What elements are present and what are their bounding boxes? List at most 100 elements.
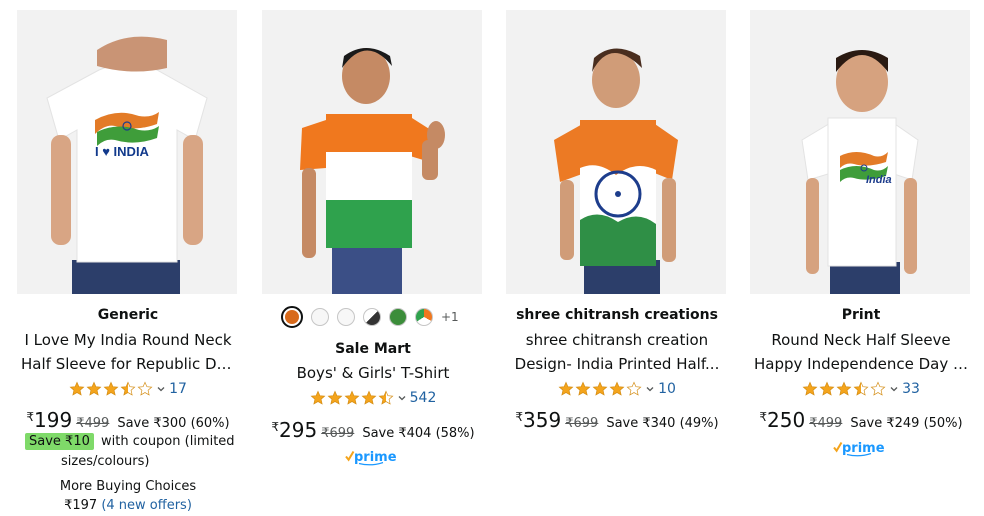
brand-name: Print: [841, 307, 881, 323]
rating-count-link[interactable]: 10: [658, 381, 676, 397]
star-icon: [558, 381, 574, 397]
star-icon: [69, 381, 85, 397]
swatch-orange[interactable]: [281, 306, 303, 328]
star-rating: [802, 381, 886, 397]
star-icon: [327, 390, 343, 406]
star-empty-icon: [137, 381, 153, 397]
brand-name: Generic: [97, 307, 159, 323]
currency-symbol: ₹: [26, 410, 35, 424]
product-image[interactable]: I ♥ INDIA: [17, 10, 237, 294]
star-icon: [592, 381, 608, 397]
chevron-down-icon[interactable]: [397, 393, 407, 403]
savings-text: Save ₹249 (50%): [850, 416, 963, 431]
star-empty-icon: [870, 381, 886, 397]
title-line: Boys' & Girls' T-Shirt: [296, 364, 450, 382]
shirt-print-text: India: [866, 174, 892, 186]
price-block[interactable]: ₹ 295 ₹699 Save ₹404 (58%): [262, 418, 484, 442]
coupon-text: with coupon (limited: [101, 434, 235, 449]
chevron-down-icon[interactable]: [156, 384, 166, 394]
star-rating: [310, 390, 394, 406]
list-price: ₹699: [565, 416, 599, 431]
product-image[interactable]: [506, 10, 726, 294]
prime-badge: prime: [262, 448, 484, 466]
product-title-link[interactable]: shree chitransh creation Design- India P…: [510, 328, 724, 376]
color-swatches: +1: [281, 306, 459, 328]
title-line: Half Sleeve for Republic Day,...: [21, 355, 235, 373]
swatch-pattern[interactable]: [363, 308, 381, 326]
price-block[interactable]: ₹ 250 ₹499 Save ₹249 (50%): [750, 408, 972, 432]
offer-price: ₹197: [64, 498, 98, 513]
chevron-down-icon[interactable]: [645, 384, 655, 394]
prime-badge: prime: [750, 439, 972, 457]
product-card[interactable]: shree chitransh creations shree chitrans…: [506, 0, 728, 516]
more-swatches[interactable]: +1: [441, 310, 459, 324]
rating-count-link[interactable]: 542: [410, 390, 437, 406]
prime-logo-icon: [345, 448, 401, 466]
rating-widget[interactable]: 542: [262, 389, 484, 407]
product-title-link[interactable]: I Love My India Round Neck Half Sleeve f…: [21, 328, 235, 376]
price-whole: 359: [523, 408, 562, 432]
currency-symbol: ₹: [271, 420, 280, 434]
star-rating: [69, 381, 153, 397]
offers-row: ₹197 (4 new offers): [17, 498, 239, 513]
star-icon: [819, 381, 835, 397]
title-line: shree chitransh creation: [525, 331, 709, 349]
currency-symbol: ₹: [515, 410, 524, 424]
coupon-badge: Save ₹10: [25, 433, 94, 450]
rating-widget[interactable]: 33: [750, 380, 972, 398]
title-line: Design- India Printed Half...: [514, 355, 720, 373]
star-icon: [86, 381, 102, 397]
price-block[interactable]: ₹ 359 ₹699 Save ₹340 (49%): [506, 408, 728, 432]
swatch-tricolor[interactable]: [415, 308, 433, 326]
title-line: Happy Independence Day an...: [754, 355, 968, 373]
star-icon: [361, 390, 377, 406]
swatch-white[interactable]: [311, 308, 329, 326]
product-title-link[interactable]: Round Neck Half Sleeve Happy Independenc…: [754, 328, 968, 376]
rating-count-link[interactable]: 17: [169, 381, 187, 397]
price-whole: 199: [34, 408, 73, 432]
star-icon: [310, 390, 326, 406]
rating-count-link[interactable]: 33: [902, 381, 920, 397]
coupon-info: Save ₹10 with coupon (limited sizes/colo…: [25, 432, 239, 472]
star-empty-icon: [626, 381, 642, 397]
star-icon: [575, 381, 591, 397]
price-block[interactable]: ₹ 199 ₹499 Save ₹300 (60%): [17, 408, 239, 432]
star-icon: [609, 381, 625, 397]
list-price: ₹499: [809, 416, 843, 431]
product-card[interactable]: +1 Sale Mart Boys' & Girls' T-Shirt 542 …: [262, 0, 484, 516]
prime-logo-icon: [833, 439, 889, 457]
shirt-print-text: I ♥ INDIA: [95, 144, 149, 159]
star-icon: [103, 381, 119, 397]
product-image[interactable]: [262, 10, 482, 294]
star-rating: [558, 381, 642, 397]
brand-name: Sale Mart: [335, 341, 411, 357]
savings-text: Save ₹340 (49%): [606, 416, 719, 431]
product-card[interactable]: India Print Round Neck Half Sleeve Happy…: [750, 0, 972, 516]
coupon-text-2: sizes/colours): [61, 454, 150, 469]
product-title-link[interactable]: Boys' & Girls' T-Shirt: [266, 361, 480, 385]
brand-name: shree chitransh creations: [516, 307, 718, 323]
title-line: Round Neck Half Sleeve: [771, 331, 951, 349]
new-offers-link[interactable]: (4 new offers): [101, 498, 192, 513]
star-icon: [802, 381, 818, 397]
currency-symbol: ₹: [759, 410, 768, 424]
chevron-down-icon[interactable]: [889, 384, 899, 394]
savings-text: Save ₹404 (58%): [362, 426, 475, 441]
rating-widget[interactable]: 17: [17, 380, 239, 398]
list-price: ₹699: [321, 426, 355, 441]
price-whole: 295: [279, 418, 318, 442]
list-price: ₹499: [76, 416, 110, 431]
rating-widget[interactable]: 10: [506, 380, 728, 398]
swatch-green[interactable]: [389, 308, 407, 326]
star-icon: [836, 381, 852, 397]
title-line: I Love My India Round Neck: [24, 331, 232, 349]
star-half-icon: [853, 381, 869, 397]
product-image[interactable]: India: [750, 10, 970, 294]
price-whole: 250: [767, 408, 806, 432]
savings-text: Save ₹300 (60%): [117, 416, 230, 431]
star-icon: [344, 390, 360, 406]
star-half-icon: [378, 390, 394, 406]
product-card[interactable]: I ♥ INDIA Generic I Love My India Round …: [17, 0, 239, 516]
more-buying-choices: More Buying Choices: [59, 479, 197, 494]
swatch-white-2[interactable]: [337, 308, 355, 326]
